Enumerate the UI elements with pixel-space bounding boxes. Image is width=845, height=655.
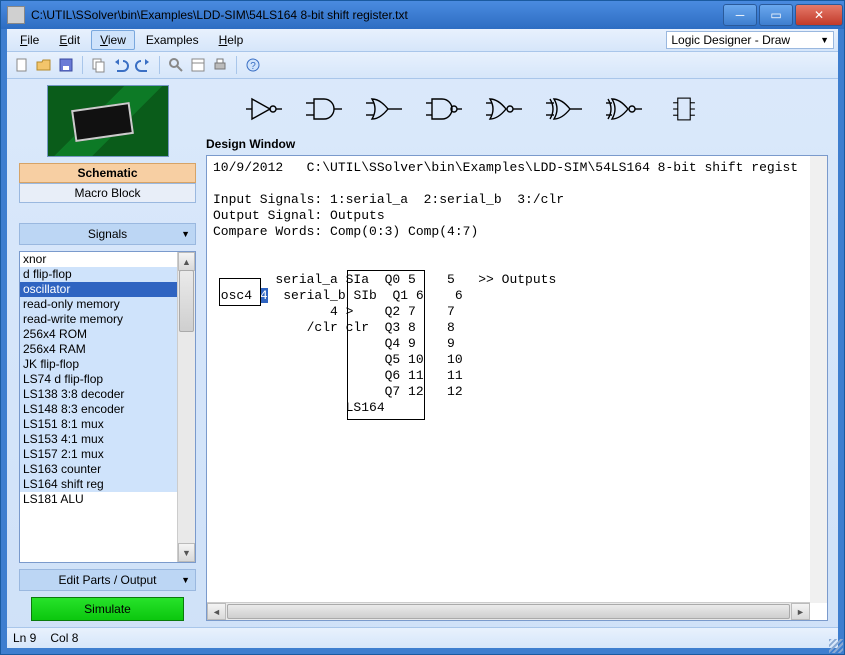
copy-icon[interactable] — [90, 56, 108, 74]
print-icon[interactable] — [211, 56, 229, 74]
list-item[interactable]: LS157 2:1 mux — [20, 447, 177, 462]
gate-and-icon[interactable] — [306, 95, 342, 126]
client-area: File Edit View Examples Help Logic Desig… — [1, 29, 844, 654]
list-item[interactable]: 256x4 ROM — [20, 327, 177, 342]
signals-dropdown[interactable]: Signals ▼ — [19, 223, 196, 245]
statusbar: Ln 9 Col 8 — [7, 627, 838, 648]
mode-label: Logic Designer - Draw — [671, 33, 790, 47]
menu-file[interactable]: File — [11, 30, 48, 50]
parts-scrollbar[interactable]: ▲ ▼ — [177, 252, 195, 562]
gate-xnor-icon[interactable] — [606, 95, 642, 126]
mode-dropdown[interactable]: Logic Designer - Draw ▼ — [666, 31, 834, 49]
scroll-thumb[interactable] — [179, 270, 194, 332]
list-item[interactable]: LS181 ALU — [20, 492, 177, 507]
chevron-down-icon: ▼ — [181, 229, 190, 239]
list-item[interactable]: LS148 8:3 encoder — [20, 402, 177, 417]
list-item[interactable]: LS153 4:1 mux — [20, 432, 177, 447]
toolbar-separator — [82, 56, 83, 74]
open-icon[interactable] — [35, 56, 53, 74]
toolbar: ? — [7, 52, 838, 79]
redo-icon[interactable] — [134, 56, 152, 74]
chevron-down-icon: ▼ — [820, 35, 829, 45]
minimize-button[interactable]: ─ — [723, 4, 757, 26]
chevron-down-icon: ▼ — [181, 575, 190, 585]
main-panel: Design Window 10/9/2012 C:\UTIL\SSolver\… — [202, 79, 838, 627]
save-icon[interactable] — [57, 56, 75, 74]
edit-parts-label: Edit Parts / Output — [58, 573, 156, 587]
content-area: Schematic Macro Block Signals ▼ xnord fl… — [7, 79, 838, 627]
list-item[interactable]: d flip-flop — [20, 267, 177, 282]
edit-parts-dropdown[interactable]: Edit Parts / Output ▼ — [19, 569, 196, 591]
list-item[interactable]: xnor — [20, 252, 177, 267]
resize-grip-icon[interactable] — [829, 639, 843, 653]
list-item[interactable]: LS74 d flip-flop — [20, 372, 177, 387]
design-vscroll[interactable] — [810, 156, 827, 603]
close-button[interactable]: ✕ — [795, 4, 843, 26]
window-title: C:\UTIL\SSolver\bin\Examples\LDD-SIM\54L… — [31, 8, 722, 22]
window-buttons: ─ ▭ ✕ — [722, 4, 844, 26]
osc-box — [219, 278, 261, 306]
list-item[interactable]: LS151 8:1 mux — [20, 417, 177, 432]
gate-not-icon[interactable] — [246, 95, 282, 126]
find-icon[interactable] — [167, 56, 185, 74]
toolbar-separator — [159, 56, 160, 74]
gate-toolbar — [206, 85, 828, 135]
gate-xor-icon[interactable] — [546, 95, 582, 126]
list-item[interactable]: LS163 counter — [20, 462, 177, 477]
sidebar: Schematic Macro Block Signals ▼ xnord fl… — [7, 79, 202, 627]
properties-icon[interactable] — [189, 56, 207, 74]
gate-or-icon[interactable] — [366, 95, 402, 126]
scroll-thumb[interactable] — [227, 604, 790, 619]
status-col: Col 8 — [50, 631, 78, 645]
tab-schematic[interactable]: Schematic — [19, 163, 196, 183]
list-item[interactable]: read-only memory — [20, 297, 177, 312]
gate-nor-icon[interactable] — [486, 95, 522, 126]
maximize-button[interactable]: ▭ — [759, 4, 793, 26]
undo-icon[interactable] — [112, 56, 130, 74]
parts-listbox[interactable]: xnord flip-floposcillatorread-only memor… — [19, 251, 196, 563]
simulate-button[interactable]: Simulate — [31, 597, 184, 621]
list-item[interactable]: read-write memory — [20, 312, 177, 327]
toolbar-separator — [236, 56, 237, 74]
thumbnail-image — [47, 85, 169, 157]
new-icon[interactable] — [13, 56, 31, 74]
signals-label: Signals — [88, 227, 127, 241]
menu-view[interactable]: View — [91, 30, 135, 50]
app-window: C:\UTIL\SSolver\bin\Examples\LDD-SIM\54L… — [0, 0, 845, 655]
scroll-left-icon[interactable]: ◄ — [207, 603, 226, 620]
gate-chip-icon[interactable] — [666, 95, 702, 126]
design-window-title: Design Window — [206, 137, 828, 151]
scroll-down-icon[interactable]: ▼ — [178, 543, 195, 562]
gate-nand-icon[interactable] — [426, 95, 462, 126]
design-window[interactable]: 10/9/2012 C:\UTIL\SSolver\bin\Examples\L… — [206, 155, 828, 621]
svg-text:?: ? — [250, 61, 256, 72]
help-icon[interactable]: ? — [244, 56, 262, 74]
design-text: 10/9/2012 C:\UTIL\SSolver\bin\Examples\L… — [207, 156, 827, 420]
list-item[interactable]: LS164 shift reg — [20, 477, 177, 492]
status-line: Ln 9 — [13, 631, 36, 645]
chip-box — [347, 270, 425, 420]
list-item[interactable]: LS138 3:8 decoder — [20, 387, 177, 402]
menu-examples[interactable]: Examples — [137, 30, 208, 50]
list-item[interactable]: 256x4 RAM — [20, 342, 177, 357]
scroll-up-icon[interactable]: ▲ — [178, 252, 195, 271]
menu-help[interactable]: Help — [210, 30, 253, 50]
titlebar: C:\UTIL\SSolver\bin\Examples\LDD-SIM\54L… — [1, 1, 844, 29]
list-item[interactable]: JK flip-flop — [20, 357, 177, 372]
scroll-right-icon[interactable]: ► — [791, 603, 810, 620]
app-icon — [7, 6, 25, 24]
tab-macro-block[interactable]: Macro Block — [19, 183, 196, 203]
list-item[interactable]: oscillator — [20, 282, 177, 297]
design-hscroll[interactable]: ◄ ► — [207, 602, 810, 620]
menu-edit[interactable]: Edit — [50, 30, 89, 50]
menubar: File Edit View Examples Help Logic Desig… — [7, 29, 838, 52]
